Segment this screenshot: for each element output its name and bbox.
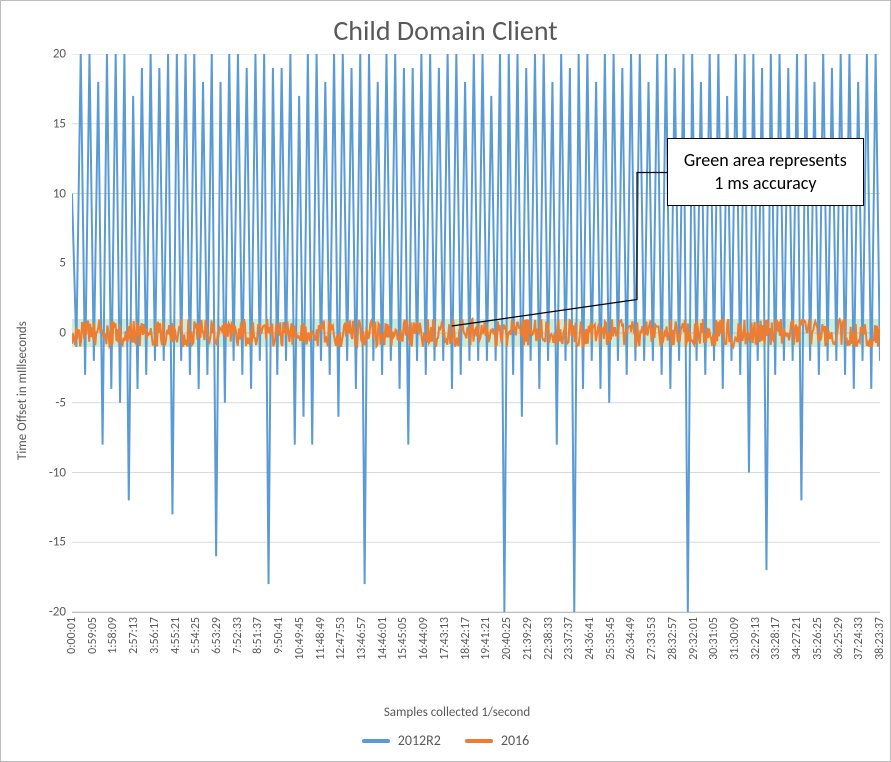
chart-container: Child Domain Client Time Offset in mIlls… [0, 0, 891, 762]
legend-swatch-2016 [465, 739, 493, 743]
x-tick: 6:53:29 [210, 617, 224, 654]
x-tick: 34:27:21 [790, 617, 804, 660]
x-tick: 26:34:49 [624, 617, 638, 660]
x-tick: 23:37:37 [562, 617, 576, 660]
x-tick: 33:28:17 [769, 617, 783, 660]
x-tick: 12:47:53 [334, 617, 348, 660]
y-tick: -15 [49, 535, 66, 550]
x-tick: 32:29:13 [749, 617, 763, 660]
x-tick: 14:46:01 [376, 617, 390, 660]
x-tick: 31:30:09 [728, 617, 742, 660]
x-tick: 36:25:29 [832, 617, 846, 660]
x-axis-label: Samples collected 1/second [34, 705, 880, 728]
x-tick: 10:49:45 [293, 617, 307, 660]
x-tick: 15:45:05 [396, 617, 410, 660]
x-tick: 28:32:57 [666, 617, 680, 660]
x-tick: 7:52:33 [231, 617, 245, 654]
y-tick: -10 [49, 465, 66, 480]
y-tick: 0 [59, 326, 66, 341]
x-tick: 9:50:41 [272, 617, 286, 654]
x-tick: 37:24:33 [852, 617, 866, 660]
y-tick: 5 [59, 256, 66, 271]
chart-body: Time Offset in mIllseconds -20 -15 -10 -5 0 5… [11, 54, 880, 728]
x-tick: 16:44:09 [417, 617, 431, 660]
x-tick: 18:42:17 [459, 617, 473, 660]
y-tick: 20 [53, 47, 66, 62]
plot-row: -20-15-10-505101520 Green area represent… [34, 54, 880, 613]
legend-item-2016: 2016 [465, 732, 529, 749]
x-tick: 22:38:33 [542, 617, 556, 660]
x-tick: 30:31:05 [707, 617, 721, 660]
x-tick: 11:48:49 [314, 617, 328, 660]
y-tick: -5 [55, 395, 66, 410]
x-tick: 8:51:37 [251, 617, 265, 654]
x-tick: 0:00:01 [65, 617, 79, 654]
x-tick-inner: 0:00:010:59:051:58:092:57:133:56:174:55:… [72, 613, 880, 705]
x-tick: 13:46:57 [355, 617, 369, 660]
x-tick: 17:43:13 [438, 617, 452, 660]
legend: 2012R2 2016 [11, 728, 880, 751]
y-tick: 15 [53, 116, 66, 131]
legend-item-2012r2: 2012R2 [362, 732, 441, 749]
y-tick-column: -20-15-10-505101520 [34, 54, 72, 613]
x-tick: 21:39:29 [521, 617, 535, 660]
legend-swatch-2012r2 [362, 739, 390, 743]
x-tick: 20:40:25 [500, 617, 514, 660]
x-tick-row: 0:00:01 0:59:05 1:58:09 2:57:13 3:56:17 4:55:… [34, 613, 880, 705]
x-tick: 4:55:21 [169, 617, 183, 654]
x-tick: 3:56:17 [148, 617, 162, 654]
legend-label-2016: 2016 [501, 732, 529, 749]
y-tick: -20 [49, 605, 66, 620]
chart-title: Child Domain Client [11, 1, 880, 54]
x-tick: 5:54:25 [189, 617, 203, 654]
y-axis-label: Time Offset in mIllseconds [11, 54, 34, 728]
annotation-box: Green area represents1 ms accuracy [667, 138, 864, 207]
chart-area: -20-15-10-505101520 Green area represent… [34, 54, 880, 728]
x-tick: 19:41:21 [479, 617, 493, 660]
x-tick: 38:23:37 [873, 617, 887, 660]
y-tick: 10 [53, 186, 66, 201]
x-tick: 2:57:13 [127, 617, 141, 654]
plot-area: Green area represents1 ms accuracy [72, 54, 880, 613]
x-tick: 35:26:25 [811, 617, 825, 660]
x-tick: 1:58:09 [106, 617, 120, 654]
x-tick: 0:59:05 [86, 617, 100, 654]
x-tick: 27:33:53 [645, 617, 659, 660]
x-tick: 29:32:01 [687, 617, 701, 660]
annotation-text: Green area represents1 ms accuracy [684, 149, 847, 194]
legend-label-2012r2: 2012R2 [398, 732, 441, 749]
x-tick: 25:35:45 [604, 617, 618, 660]
x-tick: 24:36:41 [583, 617, 597, 660]
